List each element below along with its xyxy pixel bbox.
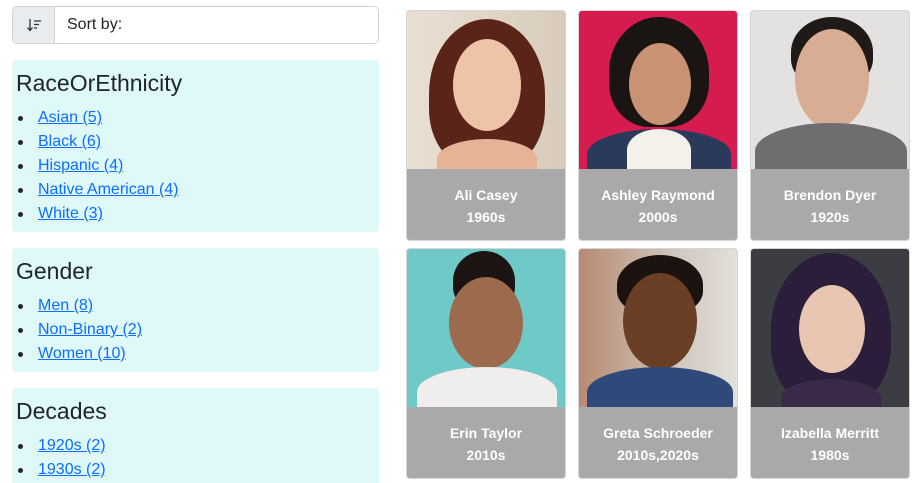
list-item: Hispanic (4): [16, 154, 375, 178]
person-photo: [579, 249, 737, 407]
person-caption: Ashley Raymond 2000s: [579, 169, 737, 240]
person-caption: Ali Casey 1960s: [407, 169, 565, 240]
sort-bar: Sort by:: [12, 6, 379, 44]
person-caption: Greta Schroeder 2010s,2020s: [579, 407, 737, 478]
facet-title: Gender: [16, 258, 93, 284]
list-item: 1920s (2): [16, 434, 375, 458]
filter-link-non-binary[interactable]: Non-Binary (2): [38, 321, 142, 338]
person-photo: [579, 11, 737, 169]
person-decade: 1920s: [810, 208, 850, 225]
person-caption: Erin Taylor 2010s: [407, 407, 565, 478]
facet-title: RaceOrEthnicity: [16, 70, 183, 96]
list-item: Non-Binary (2): [16, 318, 375, 342]
list-item: Asian (5): [16, 106, 375, 130]
list-item: 1930s (2): [16, 458, 375, 482]
person-photo: [751, 249, 909, 407]
filter-link-1920s[interactable]: 1920s (2): [38, 437, 106, 454]
sort-icon: [26, 19, 41, 32]
person-photo: [407, 249, 565, 407]
filter-link-black[interactable]: Black (6): [38, 133, 101, 150]
person-card[interactable]: Ali Casey 1960s: [406, 10, 566, 241]
filter-link-hispanic[interactable]: Hispanic (4): [38, 157, 123, 174]
list-item: Black (6): [16, 130, 375, 154]
person-decade: 2010s: [466, 446, 506, 463]
person-name: Ashley Raymond: [601, 186, 715, 203]
person-name: Izabella Merritt: [780, 424, 880, 441]
filter-link-white[interactable]: White (3): [38, 205, 103, 222]
person-photo: [407, 11, 565, 169]
person-decade: 1980s: [810, 446, 850, 463]
filter-link-1930s[interactable]: 1930s (2): [38, 461, 106, 478]
person-caption: Brendon Dyer 1920s: [751, 169, 909, 240]
list-item: White (3): [16, 202, 375, 226]
filter-link-men[interactable]: Men (8): [38, 297, 93, 314]
list-item: Native American (4): [16, 178, 375, 202]
person-caption: Izabella Merritt 1980s: [751, 407, 909, 478]
facet-list: 1920s (2) 1930s (2): [16, 434, 375, 482]
person-decade: 2000s: [638, 208, 678, 225]
facet-race-or-ethnicity: RaceOrEthnicity Asian (5) Black (6) Hisp…: [12, 60, 379, 232]
person-name: Ali Casey: [454, 186, 518, 203]
filter-link-asian[interactable]: Asian (5): [38, 109, 102, 126]
sort-button[interactable]: [13, 7, 55, 43]
person-name: Brendon Dyer: [783, 186, 877, 203]
facet-list: Asian (5) Black (6) Hispanic (4) Native …: [16, 106, 375, 226]
list-item: Women (10): [16, 342, 375, 366]
person-card[interactable]: Brendon Dyer 1920s: [750, 10, 910, 241]
person-decade: 1960s: [466, 208, 506, 225]
person-name: Erin Taylor: [449, 424, 523, 441]
person-photo: [751, 11, 909, 169]
filter-link-native-american[interactable]: Native American (4): [38, 181, 179, 198]
facet-decades: Decades 1920s (2) 1930s (2): [12, 388, 379, 483]
sort-label: Sort by:: [67, 16, 123, 33]
person-name: Greta Schroeder: [603, 424, 713, 441]
person-card[interactable]: Izabella Merritt 1980s: [750, 248, 910, 479]
facet-list: Men (8) Non-Binary (2) Women (10): [16, 294, 375, 366]
person-card[interactable]: Ashley Raymond 2000s: [578, 10, 738, 241]
filter-link-women[interactable]: Women (10): [38, 345, 126, 362]
person-decade: 2010s,2020s: [617, 446, 699, 463]
facet-title: Decades: [16, 398, 107, 424]
person-card[interactable]: Erin Taylor 2010s: [406, 248, 566, 479]
sidebar: Sort by: RaceOrEthnicity Asian (5) Black…: [12, 6, 379, 483]
facet-gender: Gender Men (8) Non-Binary (2) Women (10): [12, 248, 379, 372]
list-item: Men (8): [16, 294, 375, 318]
person-card[interactable]: Greta Schroeder 2010s,2020s: [578, 248, 738, 479]
